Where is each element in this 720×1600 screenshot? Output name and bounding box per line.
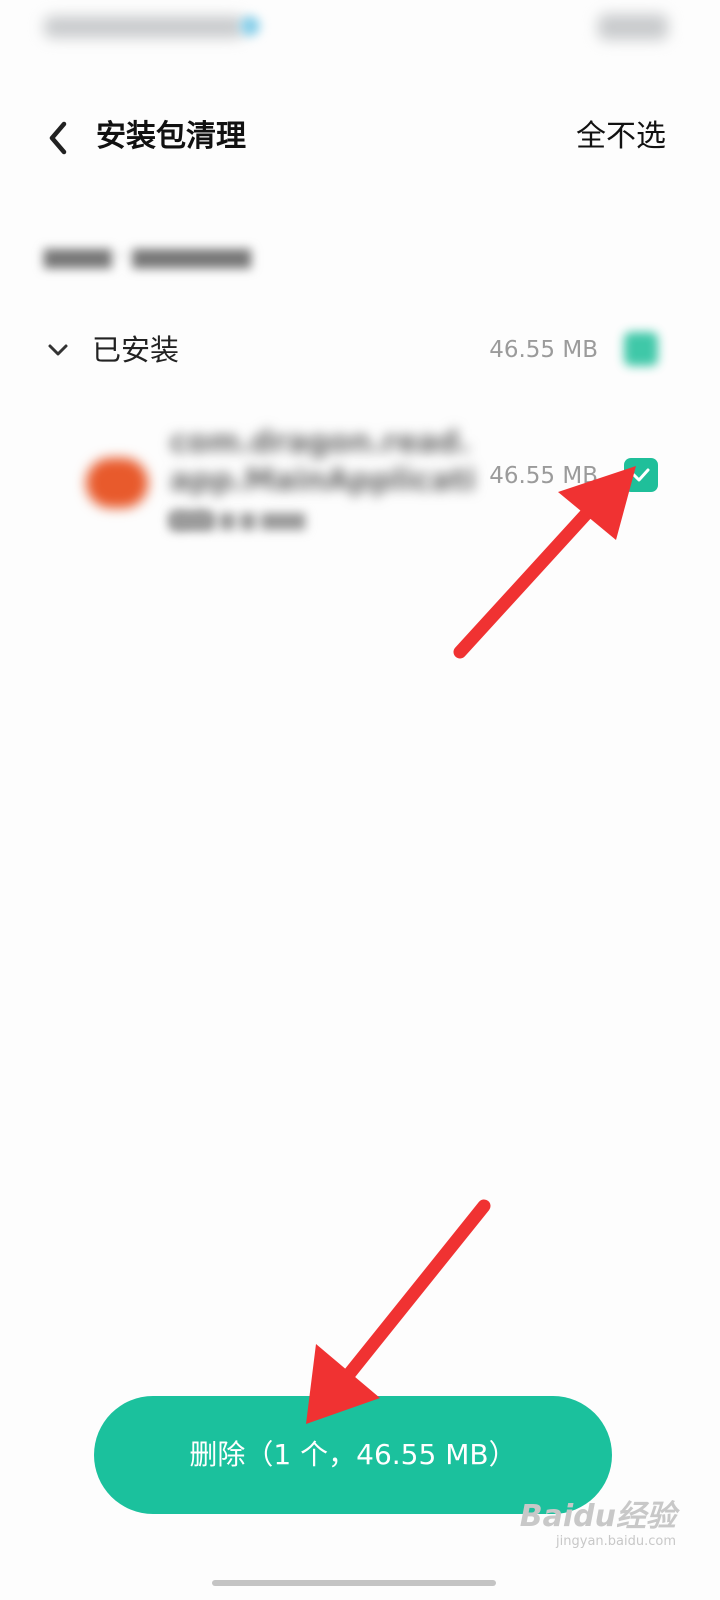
status-bar (0, 0, 720, 56)
watermark-logo: Baidu经验 (519, 1499, 676, 1534)
group-label: 已安装 (92, 333, 180, 367)
baidu-watermark: Baidu经验 jingyan.baidu.com (520, 1500, 676, 1550)
app-icon (86, 458, 148, 508)
list-item-app[interactable]: com.dragon.read.app.MainApplication ▆▆▆ … (0, 410, 720, 550)
app-subtitle-blurred: ▆▆▆ ▆ ▆ ▆▆▆ (170, 508, 306, 530)
checkmark-icon (632, 468, 650, 482)
group-row-installed[interactable]: 已安装 46.55 MB (0, 310, 720, 390)
group-checkbox[interactable] (624, 332, 658, 366)
status-bar-left-icons (44, 16, 244, 38)
app-size: 46.55 MB (489, 463, 598, 489)
screen: 安装包清理 全不选 ▆▆▆▆ · ▆▆▆▆▆▆▆ 已安装 46.55 MB co… (0, 0, 720, 1600)
back-button[interactable] (36, 114, 84, 162)
summary-text-blurred: ▆▆▆▆ · ▆▆▆▆▆▆▆ (44, 244, 252, 269)
page-title: 安装包清理 (96, 119, 246, 154)
status-notification-icon (240, 16, 260, 36)
status-battery-icon (598, 14, 668, 40)
deselect-all-button[interactable]: 全不选 (576, 116, 666, 158)
back-arrow-icon (49, 121, 67, 155)
header: 安装包清理 全不选 (0, 96, 720, 180)
home-indicator[interactable] (212, 1580, 496, 1586)
app-checkbox[interactable] (624, 458, 658, 492)
annotation-arrow-bottom (306, 1199, 491, 1424)
annotation-arrows (306, 466, 636, 1424)
watermark-url: jingyan.baidu.com (556, 1534, 676, 1549)
chevron-down-icon[interactable] (44, 336, 72, 364)
delete-button[interactable]: 删除（1 个，46.55 MB） (94, 1396, 612, 1514)
group-size: 46.55 MB (489, 337, 598, 363)
